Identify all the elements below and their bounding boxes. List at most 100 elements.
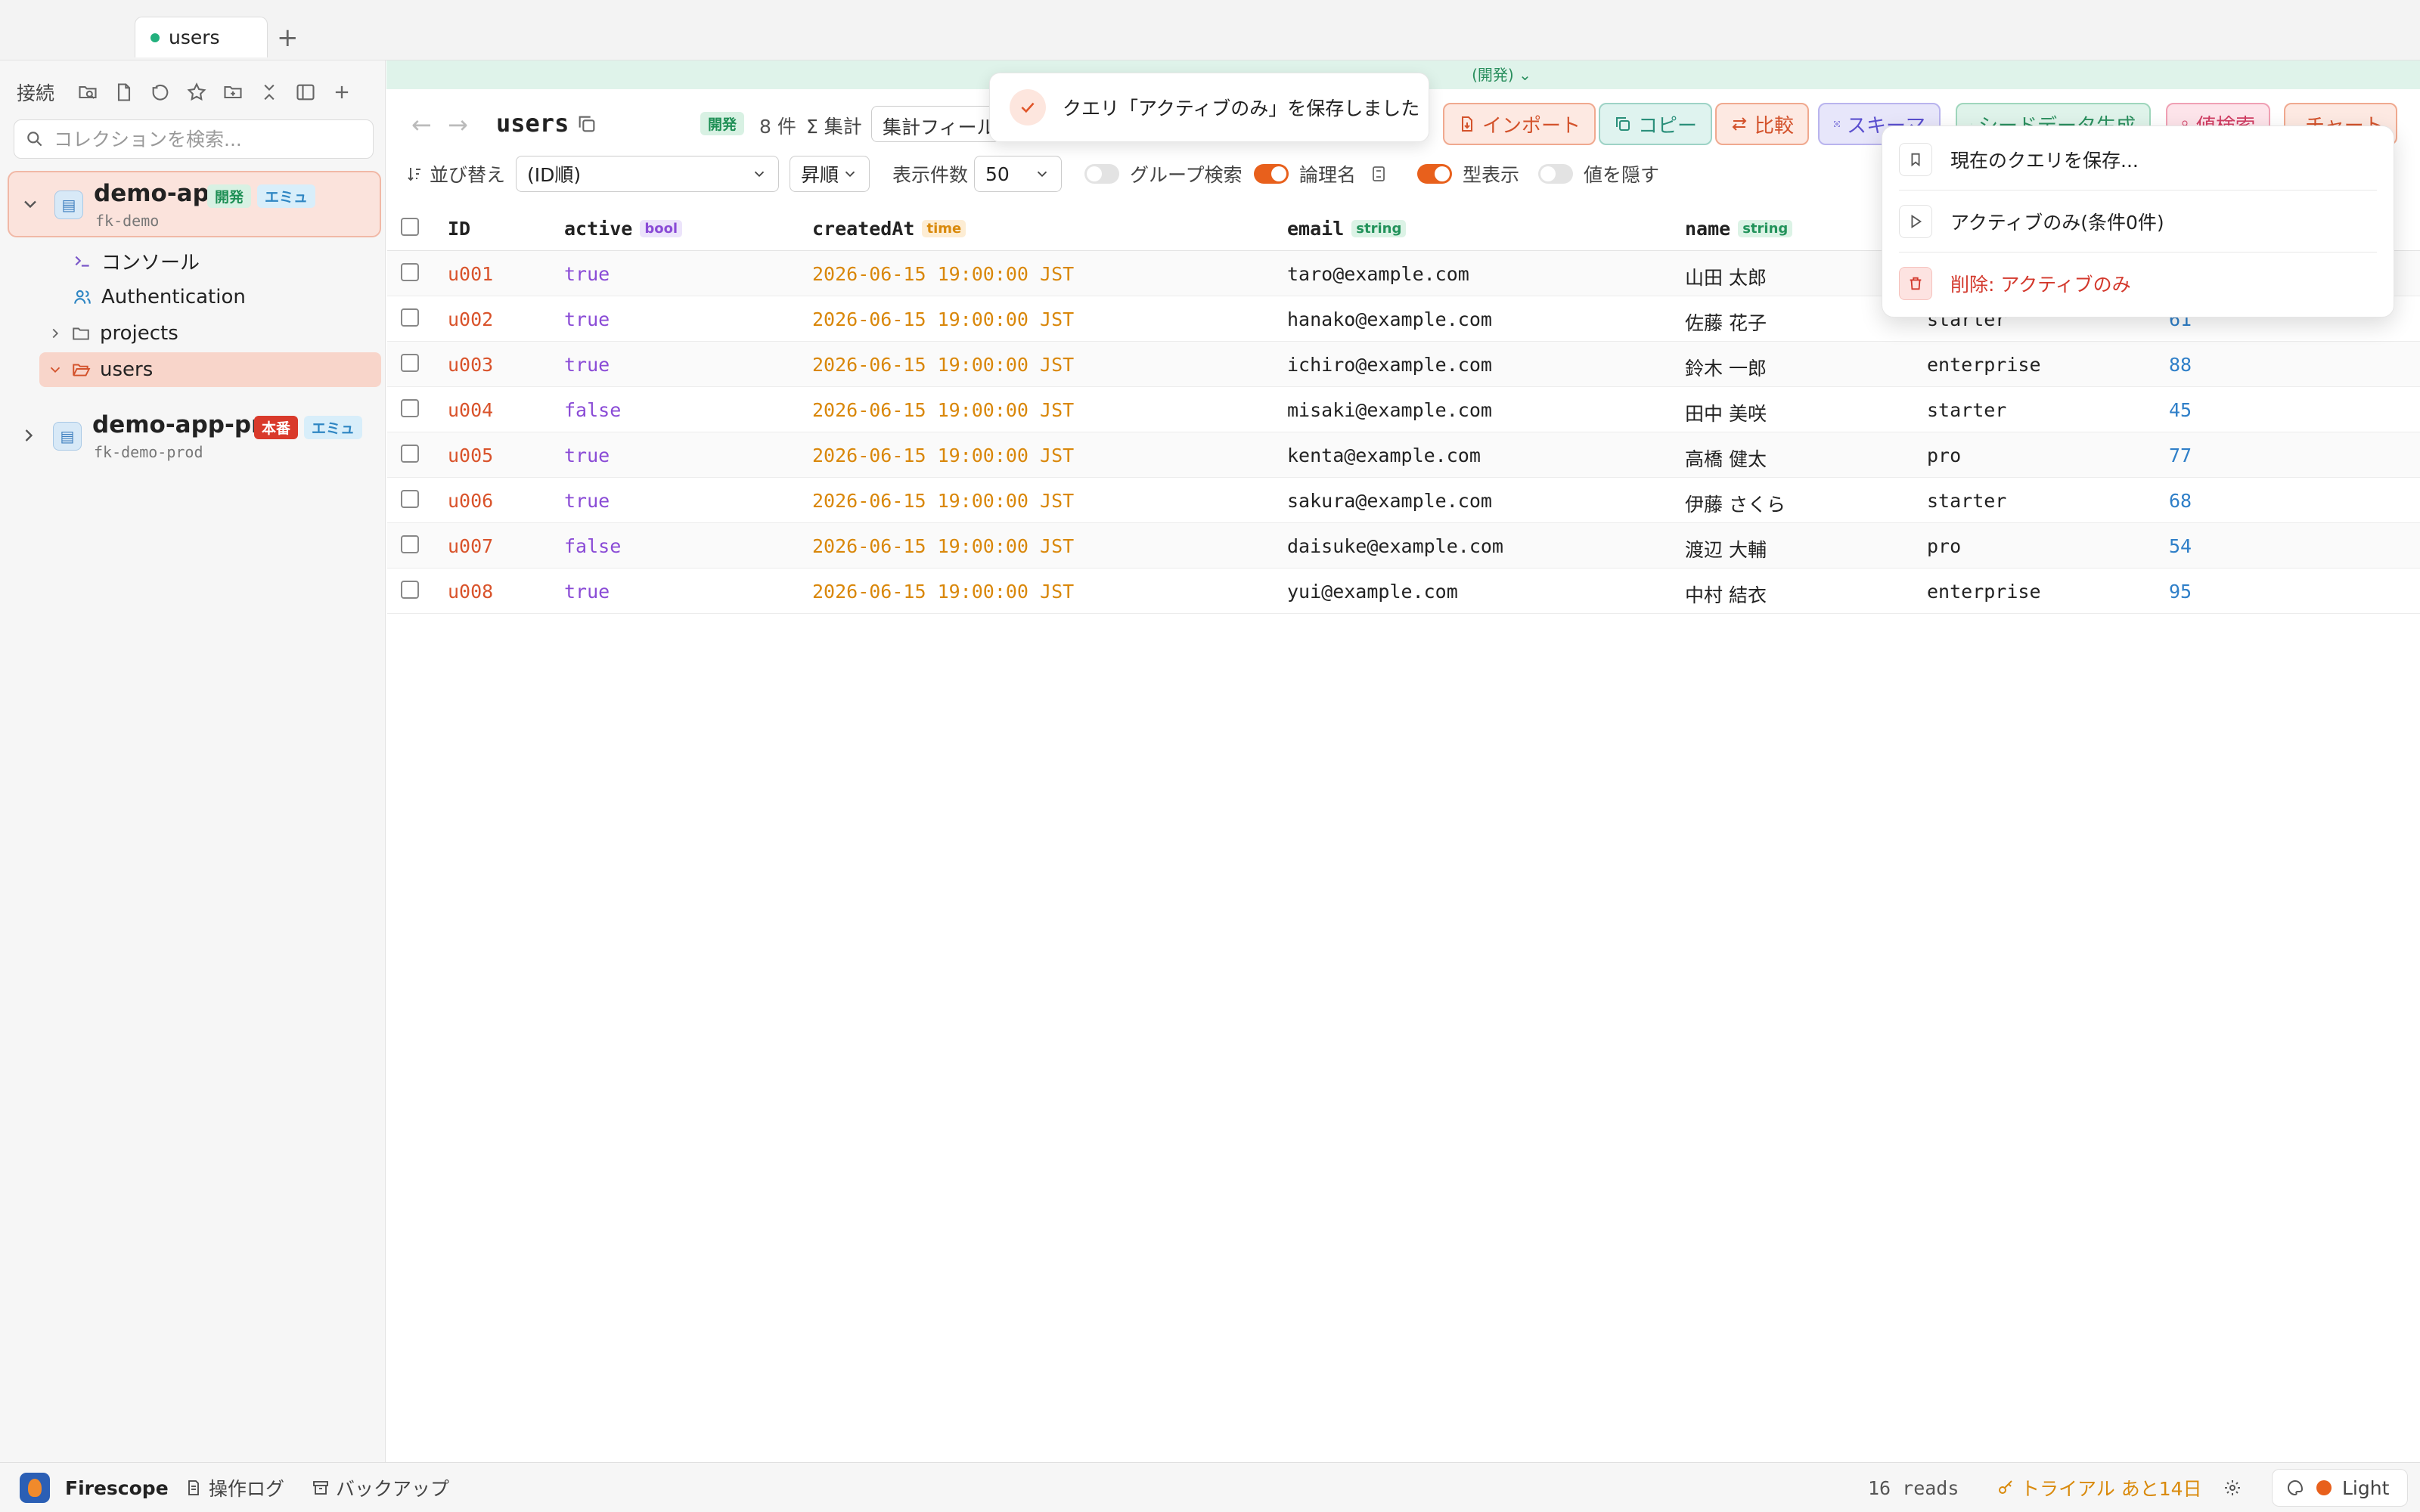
import-button[interactable]: インポート [1443,103,1596,145]
row-checkbox[interactable] [401,263,419,281]
column-email[interactable]: email string [1287,218,1407,240]
copy-button[interactable]: コピー [1599,103,1713,145]
cell-active[interactable]: true [564,354,610,376]
cell-email[interactable]: yui@example.com [1287,581,1458,603]
cell-score[interactable]: 54 [2169,535,2192,557]
cell-createdat[interactable]: 2026-06-15 19:00:00 JST [812,535,1074,557]
collection-search[interactable] [14,119,374,159]
cell-email[interactable]: daisuke@example.com [1287,535,1503,557]
cell-createdat[interactable]: 2026-06-15 19:00:00 JST [812,445,1074,466]
connection-demo-app[interactable]: ▤ demo-app 開発 エミュ fk-demo [8,171,381,237]
cell-name[interactable]: 田中 美咲 [1685,399,1767,426]
toggle-switch[interactable] [1084,164,1119,184]
menu-item-save-query[interactable]: 現在のクエリを保存... [1899,135,2377,184]
folder-plus-icon[interactable] [219,79,247,106]
forward-arrow-icon[interactable]: → [448,110,468,139]
cell-email[interactable]: ichiro@example.com [1287,354,1492,376]
cell-id[interactable]: u003 [448,354,493,376]
new-tab-button[interactable]: + [277,23,299,53]
table-row[interactable]: u006 true 2026-06-15 19:00:00 JST sakura@ex… [387,478,2420,523]
cell-score[interactable]: 88 [2169,354,2192,376]
cell-createdat[interactable]: 2026-06-15 19:00:00 JST [812,581,1074,603]
cell-name[interactable]: 高橋 健太 [1685,445,1767,472]
copy-icon[interactable] [576,113,597,135]
panel-icon[interactable] [292,79,319,106]
operation-log-button[interactable]: 操作ログ [185,1463,284,1512]
cell-name[interactable]: 鈴木 一郎 [1685,354,1767,381]
collection-search-input[interactable] [54,128,356,150]
sort-select[interactable]: (ID順) [516,156,779,192]
tree-item-projects[interactable]: projects [47,316,178,351]
cell-createdat[interactable]: 2026-06-15 19:00:00 JST [812,354,1074,376]
cell-active[interactable]: false [564,535,621,557]
cell-plan[interactable]: enterprise [1927,581,2041,603]
column-createdat[interactable]: createdAt time [812,218,966,240]
tree-item-console[interactable]: コンソール [73,243,200,278]
cell-id[interactable]: u002 [448,308,493,330]
toggle-switch[interactable] [1538,164,1573,184]
cell-score[interactable]: 77 [2169,445,2192,466]
menu-item-delete-query[interactable]: 削除: アクティブのみ [1899,259,2377,308]
toggle-switch[interactable] [1417,164,1452,184]
cell-createdat[interactable]: 2026-06-15 19:00:00 JST [812,490,1074,512]
table-row[interactable]: u004 false 2026-06-15 19:00:00 JST misaki@e… [387,387,2420,432]
hide-values-toggle[interactable]: 値を隠す [1538,154,1659,194]
cell-plan[interactable]: pro [1927,535,1961,557]
column-name-header[interactable]: name string [1685,218,1793,240]
table-row[interactable]: u003 true 2026-06-15 19:00:00 JST ichiro@ex… [387,342,2420,387]
limit-select[interactable]: 50 [974,156,1062,192]
cell-name[interactable]: 渡辺 大輔 [1685,535,1767,562]
cell-plan[interactable]: enterprise [1927,354,2041,376]
star-icon[interactable] [183,79,210,106]
cell-email[interactable]: taro@example.com [1287,263,1469,285]
badge-id-icon[interactable] [1370,165,1388,183]
file-icon[interactable] [110,79,138,106]
chevron-down-icon[interactable] [47,361,64,378]
cell-active[interactable]: true [564,263,610,285]
group-search-toggle[interactable]: グループ検索 [1084,154,1243,194]
back-arrow-icon[interactable]: ← [411,110,432,139]
cell-email[interactable]: kenta@example.com [1287,445,1481,466]
cell-score[interactable]: 68 [2169,490,2192,512]
cell-createdat[interactable]: 2026-06-15 19:00:00 JST [812,263,1074,285]
cell-plan[interactable]: starter [1927,490,2006,512]
cell-active[interactable]: true [564,308,610,330]
trial-status[interactable]: トライアル あと14日 [1996,1463,2202,1512]
folder-search-icon[interactable] [74,79,101,106]
cell-active[interactable]: false [564,399,621,421]
order-select[interactable]: 昇順 [790,156,870,192]
table-row[interactable]: u005 true 2026-06-15 19:00:00 JST kenta@exa… [387,432,2420,478]
cell-active[interactable]: true [564,581,610,603]
type-display-toggle[interactable]: 型表示 [1417,154,1519,194]
column-id[interactable]: ID [448,218,470,240]
cell-id[interactable]: u006 [448,490,493,512]
chevron-down-icon[interactable] [20,194,41,215]
logical-name-toggle[interactable]: 論理名 [1254,154,1388,194]
theme-toggle-button[interactable]: Light [2272,1469,2408,1507]
cell-id[interactable]: u005 [448,445,493,466]
row-checkbox[interactable] [401,581,419,599]
connection-demo-app-prod[interactable]: ▤ demo-app-pr... 本番 エミュ fk-demo-prod [8,404,381,470]
row-checkbox[interactable] [401,354,419,372]
cell-id[interactable]: u007 [448,535,493,557]
row-checkbox[interactable] [401,445,419,463]
row-checkbox[interactable] [401,399,419,417]
aggregate-field-select[interactable]: 集計フィール [871,106,1000,142]
cell-createdat[interactable]: 2026-06-15 19:00:00 JST [812,308,1074,330]
collapse-icon[interactable] [256,79,283,106]
menu-item-run-query[interactable]: アクティブのみ(条件0件) [1899,197,2377,246]
cell-score[interactable]: 95 [2169,581,2192,603]
cell-name[interactable]: 伊藤 さくら [1685,490,1786,517]
table-row[interactable]: u007 false 2026-06-15 19:00:00 JST daisuke@… [387,523,2420,569]
cell-id[interactable]: u001 [448,263,493,285]
row-checkbox[interactable] [401,308,419,327]
cell-email[interactable]: misaki@example.com [1287,399,1492,421]
column-active[interactable]: active bool [564,218,683,240]
cell-createdat[interactable]: 2026-06-15 19:00:00 JST [812,399,1074,421]
cell-id[interactable]: u008 [448,581,493,603]
cell-name[interactable]: 中村 結衣 [1685,581,1767,608]
settings-gear-icon[interactable] [2223,1463,2248,1512]
row-checkbox[interactable] [401,490,419,508]
tree-item-users[interactable]: users [39,352,381,387]
cell-id[interactable]: u004 [448,399,493,421]
